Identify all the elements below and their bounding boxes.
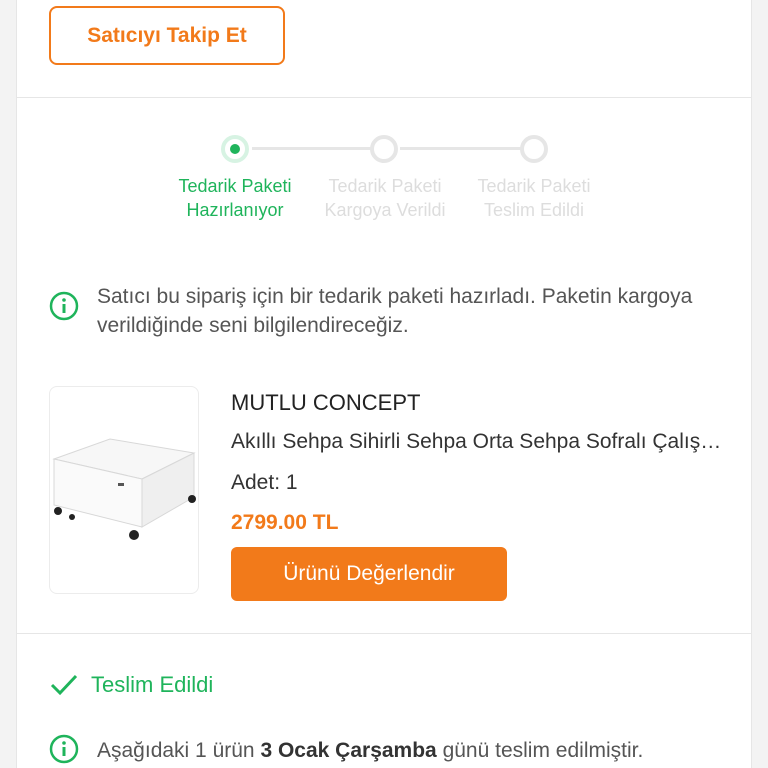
- step-label-preparing: Tedarik Paketi Hazırlanıyor: [178, 176, 292, 220]
- follow-seller-button[interactable]: Satıcıyı Takip Et: [49, 6, 285, 65]
- check-icon: [50, 674, 78, 696]
- delivery-note-prefix: Aşağıdaki 1 ürün: [97, 739, 255, 762]
- info-icon: [49, 291, 79, 321]
- step-dot: [520, 135, 548, 163]
- product-brand: MUTLU CONCEPT: [231, 390, 421, 415]
- divider: [17, 97, 751, 98]
- step-label-shipped: Tedarik Paketi Kargoya Verildi: [324, 176, 446, 220]
- product-price: 2799.00 TL: [231, 511, 339, 534]
- stepper-line: [400, 147, 536, 150]
- info-icon: [49, 734, 79, 764]
- delivery-note: Aşağıdaki 1 ürün 3 Ocak Çarşamba günü te…: [97, 736, 643, 765]
- step-dot: [370, 135, 398, 163]
- stepper-line: [252, 147, 386, 150]
- product-name[interactable]: Akıllı Sehpa Sihirli Sehpa Orta Sehpa So…: [231, 430, 726, 454]
- step-label-delivered: Tedarik Paketi Teslim Edildi: [477, 176, 591, 220]
- product-quantity: Adet: 1: [231, 471, 298, 494]
- info-message: Satıcı bu sipariş için bir tedarik paket…: [97, 285, 693, 337]
- delivery-note-suffix: günü teslim edilmiştir.: [442, 739, 644, 762]
- step-dot-active: [221, 135, 249, 163]
- order-card: Satıcıyı Takip Et Tedarik Paketi Hazırla…: [16, 0, 752, 768]
- coffee-table-image: [52, 438, 196, 540]
- product-image[interactable]: [49, 386, 199, 594]
- delivery-status: Teslim Edildi: [91, 672, 214, 697]
- divider: [17, 633, 751, 634]
- rate-product-button[interactable]: Ürünü Değerlendir: [231, 547, 507, 601]
- delivery-date: 3 Ocak Çarşamba: [260, 739, 437, 762]
